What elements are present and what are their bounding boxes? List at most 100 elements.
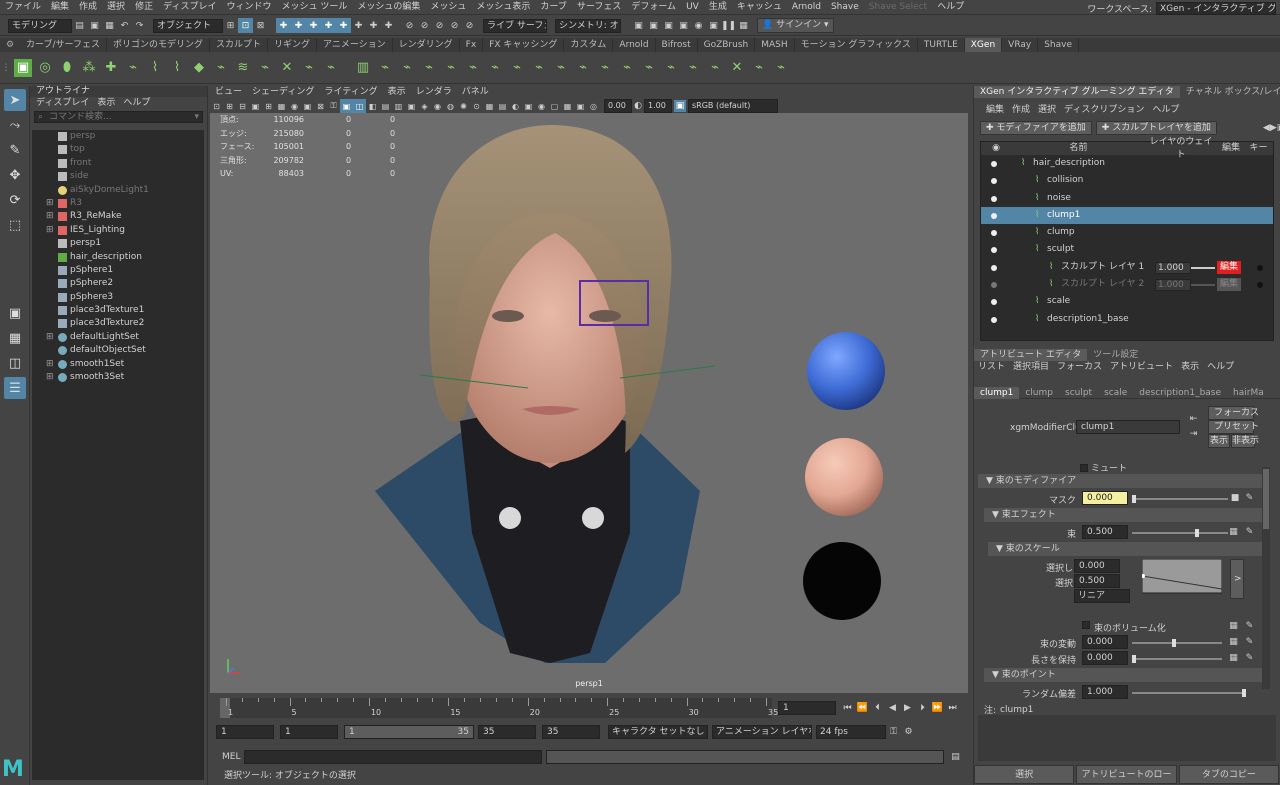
shelf-tab[interactable]: アニメーション — [317, 38, 393, 52]
visibility-dot[interactable] — [991, 230, 997, 237]
modifier-row[interactable]: ⌇ hair_description — [981, 155, 1273, 172]
variance-field[interactable]: 0.000 — [1082, 635, 1128, 649]
menu-item[interactable]: 編集 — [46, 0, 74, 15]
shelf-menu-icon[interactable]: ⚙ — [0, 38, 20, 53]
attr-menu-focus[interactable]: フォーカス — [1057, 361, 1102, 373]
outliner-item[interactable]: side — [32, 170, 204, 183]
scale-tool-icon[interactable]: ⬚ — [4, 214, 26, 236]
xgen-menu-description[interactable]: ディスクリプション — [1064, 104, 1144, 116]
outliner-item[interactable]: ⊞ R3_ReMake — [32, 210, 204, 223]
playback-end-field[interactable]: 35 — [478, 725, 536, 739]
modifier-row[interactable]: ⌇ collision — [981, 172, 1273, 189]
volume-expression-icon[interactable]: ✎ — [1242, 618, 1257, 633]
hierarchy-mode-icon[interactable]: ⊞ — [223, 18, 238, 33]
viewport-menu-item[interactable]: シェーディング — [247, 86, 319, 98]
outliner-item[interactable]: ⊞ IES_Lighting — [32, 224, 204, 237]
shelf-tab[interactable]: ポリゴンのモデリング — [107, 38, 210, 52]
expression-icon[interactable]: ✎ — [1242, 490, 1257, 505]
visibility-dot[interactable] — [991, 299, 997, 306]
outliner-item[interactable]: ⊞ smooth1Set — [32, 358, 204, 371]
time-ruler[interactable]: 1 5 10 15 20 25 30 35 — [220, 698, 778, 718]
interpolation-dropdown[interactable]: リニア — [1074, 589, 1130, 603]
viewport-tool-icon[interactable]: ▣ — [405, 99, 418, 114]
visibility-dot[interactable] — [991, 178, 997, 185]
expand-icon[interactable]: ⊞ — [46, 358, 54, 371]
viewport-menu-item[interactable]: レンダラ — [411, 86, 457, 98]
character-set-dropdown[interactable]: キャラクタ セットなし — [608, 725, 708, 739]
attr-menu-selected[interactable]: 選択項目 — [1013, 361, 1049, 373]
viewport-tool-icon[interactable]: ⊞ — [223, 99, 236, 114]
four-view-layout-icon[interactable]: ▦ — [4, 327, 26, 349]
clump-field[interactable]: 0.500 — [1082, 525, 1128, 539]
xgen-menu-help[interactable]: ヘルプ — [1152, 104, 1179, 116]
frame-point[interactable]: ▼ 束のポイント — [984, 668, 1264, 682]
step-forward-frame-icon[interactable]: ⏵ — [915, 700, 930, 715]
expand-ramp-button[interactable]: > — [1230, 559, 1244, 599]
shelf-tab[interactable]: XGen — [964, 38, 1003, 52]
variance-expression-icon[interactable]: ✎ — [1242, 634, 1257, 649]
select-mode-dropdown[interactable]: オブジェクト — [153, 18, 223, 33]
anim-layer-dropdown[interactable]: アニメーション レイヤなし — [712, 725, 812, 739]
selected-value-field[interactable]: 0.500 — [1074, 574, 1120, 588]
modifier-row[interactable]: ⌇ スカルプト レイヤ 1 1.000 編集 — [981, 259, 1273, 276]
xgen-menu-create[interactable]: 作成 — [1012, 104, 1030, 116]
shelf-tab[interactable]: TURTLE — [918, 38, 965, 52]
attr-menu-help[interactable]: ヘルプ — [1207, 361, 1234, 373]
outliner-search-input[interactable]: ⌕ コマンド検索... ▾ — [34, 111, 203, 123]
outliner-menu-help[interactable]: ヘルプ — [123, 97, 150, 109]
outliner-menu-show[interactable]: 表示 — [97, 97, 115, 109]
shelf-tab[interactable]: FX キャッシング — [483, 38, 565, 52]
notes-area[interactable] — [978, 715, 1276, 761]
edit-layer-button[interactable]: 編集 — [1217, 260, 1242, 274]
redo-icon[interactable]: ↷ — [132, 18, 147, 33]
outliner-item[interactable]: hair_description — [32, 251, 204, 264]
xgen-shelf-tool-icon[interactable]: ✕ — [728, 59, 746, 77]
clump-expression-icon[interactable]: ✎ — [1242, 524, 1257, 539]
xgen-shelf-tool-icon[interactable]: ⌇ — [146, 59, 164, 77]
tab-channel-box[interactable]: チャネル ボックス/レイヤ エディタ — [1180, 86, 1280, 98]
viewport-menu-item[interactable]: 表示 — [383, 86, 411, 98]
xgen-shelf-tool-icon[interactable]: ▣ — [14, 58, 32, 77]
chevron-down-icon[interactable]: ▾ — [194, 112, 199, 122]
viewport-menu-item[interactable]: ビュー — [210, 86, 247, 98]
current-frame-field[interactable]: 1 — [778, 701, 836, 715]
shelf-tab[interactable]: モーション グラフィックス — [795, 38, 918, 52]
menu-item[interactable]: メッシュの編集 — [352, 0, 425, 15]
outliner-item[interactable]: defaultObjectSet — [32, 344, 204, 357]
col-key[interactable]: キー — [1246, 142, 1271, 155]
expand-icon[interactable]: ⊞ — [46, 224, 54, 237]
clump-map-icon[interactable]: ▦ — [1226, 524, 1241, 539]
go-to-end-icon[interactable]: ⏭ — [945, 700, 960, 715]
edit-layer-button[interactable]: 編集 — [1217, 278, 1242, 292]
copy-tab-button[interactable]: タブのコピー — [1178, 765, 1279, 784]
preserve-expression-icon[interactable]: ✎ — [1242, 650, 1257, 665]
attr-scrollbar[interactable] — [1262, 467, 1270, 689]
xgen-shelf-tool-icon[interactable]: ⌁ — [464, 59, 482, 77]
xgen-shelf-tool-icon[interactable]: ⌁ — [684, 59, 702, 77]
workspace-dropdown[interactable]: XGen - インタラクティブ グルーミング — [1156, 1, 1276, 15]
viewport-tool-icon[interactable]: ◉ — [288, 99, 301, 114]
xgen-shelf-tool-icon[interactable]: ✚ — [102, 59, 120, 77]
xgen-shelf-tool-icon[interactable]: ⌁ — [124, 59, 142, 77]
render-settings-icon[interactable]: ▣ — [676, 18, 691, 33]
viewport-tool-icon[interactable]: ▣ — [301, 99, 314, 114]
time-slider[interactable]: 1 5 10 15 20 25 30 35 1 ⏮ ⏪ ⏴ ◀ ▶ ⏵ ⏩ ⏭ — [210, 694, 968, 720]
attr-menu-show[interactable]: 表示 — [1181, 361, 1199, 373]
shelf-collapse-icon[interactable]: ⋮ — [0, 60, 12, 75]
render-view-icon[interactable]: ▣ — [631, 18, 646, 33]
viewport-tool-icon[interactable]: ⚿ — [327, 99, 340, 114]
preserve-length-slider-knob[interactable] — [1132, 655, 1136, 663]
menu-item[interactable]: メッシュ ツール — [276, 0, 352, 15]
single-perspective-layout-icon[interactable]: ▣ — [4, 302, 26, 324]
preserve-length-field[interactable]: 0.000 — [1082, 651, 1128, 665]
modifier-row[interactable]: ⌇ sculpt — [981, 241, 1273, 258]
shelf-tab[interactable]: レンダリング — [393, 38, 460, 52]
script-editor-icon[interactable]: ▤ — [948, 750, 963, 765]
xgen-menu-select[interactable]: 選択 — [1038, 104, 1056, 116]
viewport-tool-icon[interactable]: ▦ — [561, 99, 574, 114]
viewport-tool-icon[interactable]: ◫ — [353, 98, 366, 114]
step-back-frame-icon[interactable]: ⏴ — [870, 700, 885, 715]
xgen-shelf-tool-icon[interactable]: ⁂ — [80, 59, 98, 77]
shelf-tab[interactable]: スカルプト — [210, 38, 268, 52]
move-tool-icon[interactable]: ✥ — [4, 164, 26, 186]
